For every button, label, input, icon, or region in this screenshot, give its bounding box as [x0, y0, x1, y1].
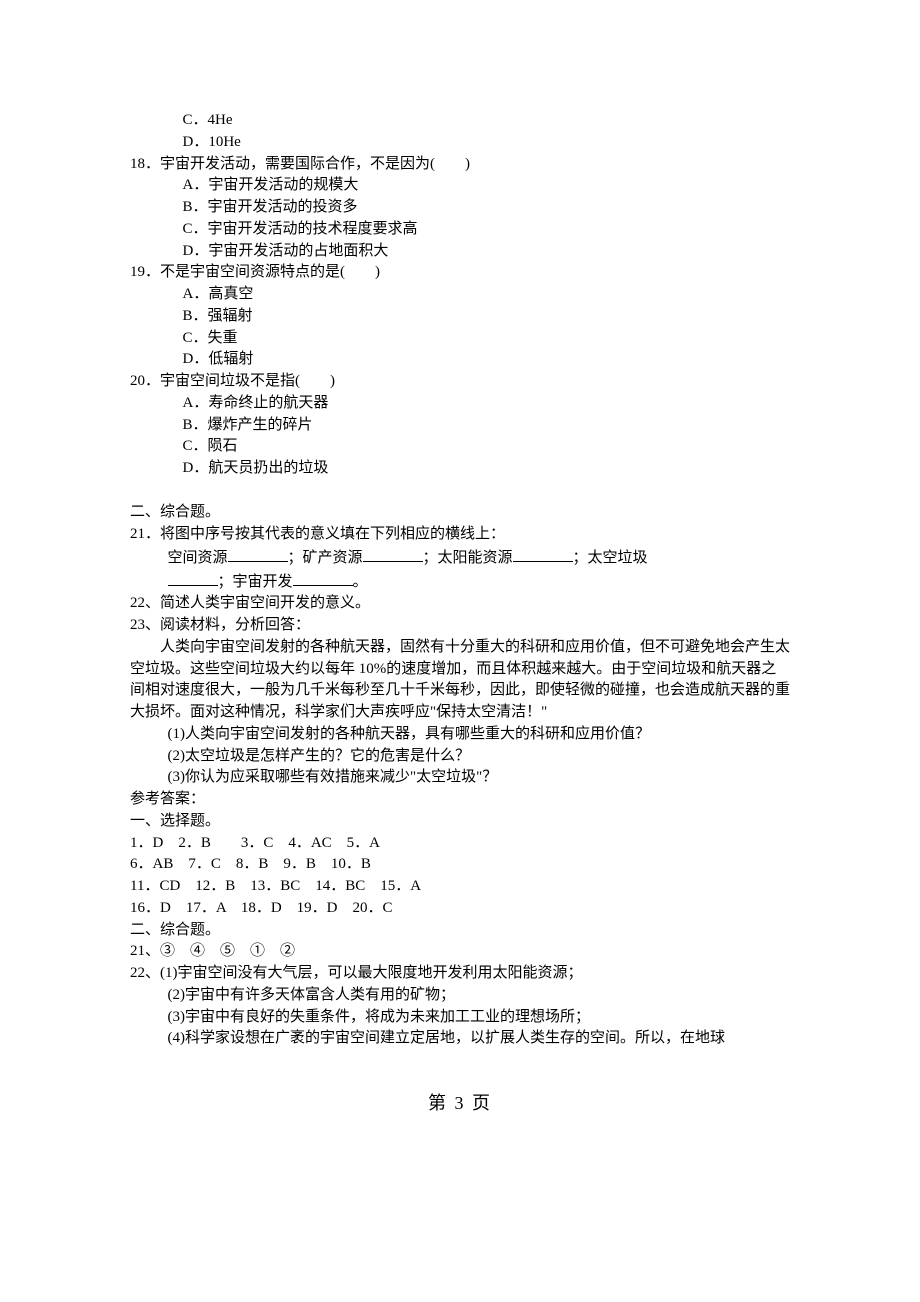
question-18-option-a: A．宇宙开发活动的规模大	[130, 175, 790, 197]
question-22-stem: 22、简述人类宇宙空间开发的意义。	[130, 593, 790, 615]
q21-period: 。	[353, 574, 368, 590]
question-19-stem: 19．不是宇宙空间资源特点的是( )	[130, 262, 790, 284]
fill-blank[interactable]	[228, 546, 288, 562]
question-20-option-d: D．航天员扔出的垃圾	[130, 458, 790, 480]
fill-blank[interactable]	[168, 570, 218, 586]
fill-blank[interactable]	[293, 570, 353, 586]
section-2-heading: 二、综合题。	[130, 502, 790, 524]
answer-22-4: (4)科学家设想在广袤的宇宙空间建立定居地，以扩展人类生存的空间。所以，在地球	[130, 1028, 790, 1050]
question-23-passage: 人类向宇宙空间发射的各种航天器，固然有十分重大的科研和应用价值，但不可避免地会产…	[130, 637, 790, 724]
question-23-stem: 23、阅读材料，分析回答：	[130, 615, 790, 637]
question-18-stem: 18．宇宙开发活动，需要国际合作，不是因为( )	[130, 154, 790, 176]
question-19-option-d: D．低辐射	[130, 349, 790, 371]
question-20-option-c: C．陨石	[130, 436, 790, 458]
question-18-option-d: D．宇宙开发活动的占地面积大	[130, 241, 790, 263]
question-21-blanks-line1: 空间资源 ；矿产资源 ；太阳能资源 ；太空垃圾	[130, 546, 790, 570]
q21-label-solar: ；太阳能资源	[423, 550, 513, 566]
answers-line-4: 16．D 17．A 18．D 19．D 20．C	[130, 898, 790, 920]
question-19-option-c: C．失重	[130, 328, 790, 350]
answer-22-3: (3)宇宙中有良好的失重条件，将成为未来加工工业的理想场所；	[130, 1007, 790, 1029]
question-23-sub3: (3)你认为应采取哪些有效措施来减少"太空垃圾"？	[130, 767, 790, 789]
answers-section-1: 一、选择题。	[130, 811, 790, 833]
answers-line-1: 1．D 2．B 3．C 4．AC 5．A	[130, 833, 790, 855]
answers-line-2: 6．AB 7．C 8．B 9．B 10．B	[130, 854, 790, 876]
question-20-stem: 20．宇宙空间垃圾不是指( )	[130, 371, 790, 393]
answer-22-2: (2)宇宙中有许多天体富含人类有用的矿物；	[130, 985, 790, 1007]
question-21-stem: 21．将图中序号按其代表的意义填在下列相应的横线上：	[130, 524, 790, 546]
answer-22-1: 22、(1)宇宙空间没有大气层，可以最大限度地开发利用太阳能资源；	[130, 963, 790, 985]
q21-label-mineral: ；矿产资源	[288, 550, 363, 566]
answer-21: 21、③ ④ ⑤ ① ②	[130, 941, 790, 963]
question-18-option-c: C．宇宙开发活动的技术程度要求高	[130, 219, 790, 241]
question-21-blanks-line2: ；宇宙开发 。	[130, 570, 790, 594]
question-20-option-a: A．寿命终止的航天器	[130, 393, 790, 415]
option-c: C．4He	[130, 110, 790, 132]
q21-label-space: 空间资源	[168, 550, 228, 566]
q21-label-dev: ；宇宙开发	[218, 574, 293, 590]
question-18-option-b: B．宇宙开发活动的投资多	[130, 197, 790, 219]
answers-title: 参考答案：	[130, 789, 790, 811]
answers-section-2: 二、综合题。	[130, 920, 790, 942]
question-23-sub1: (1)人类向宇宙空间发射的各种航天器，具有哪些重大的科研和应用价值？	[130, 724, 790, 746]
fill-blank[interactable]	[513, 546, 573, 562]
answers-line-3: 11．CD 12．B 13．BC 14．BC 15．A	[130, 876, 790, 898]
question-23-sub2: (2)太空垃圾是怎样产生的？它的危害是什么？	[130, 746, 790, 768]
question-19-option-b: B．强辐射	[130, 306, 790, 328]
page-number: 第 3 页	[130, 1090, 790, 1116]
question-19-option-a: A．高真空	[130, 284, 790, 306]
question-20-option-b: B．爆炸产生的碎片	[130, 415, 790, 437]
fill-blank[interactable]	[363, 546, 423, 562]
option-d: D．10He	[130, 132, 790, 154]
q21-label-trash: ；太空垃圾	[573, 550, 648, 566]
